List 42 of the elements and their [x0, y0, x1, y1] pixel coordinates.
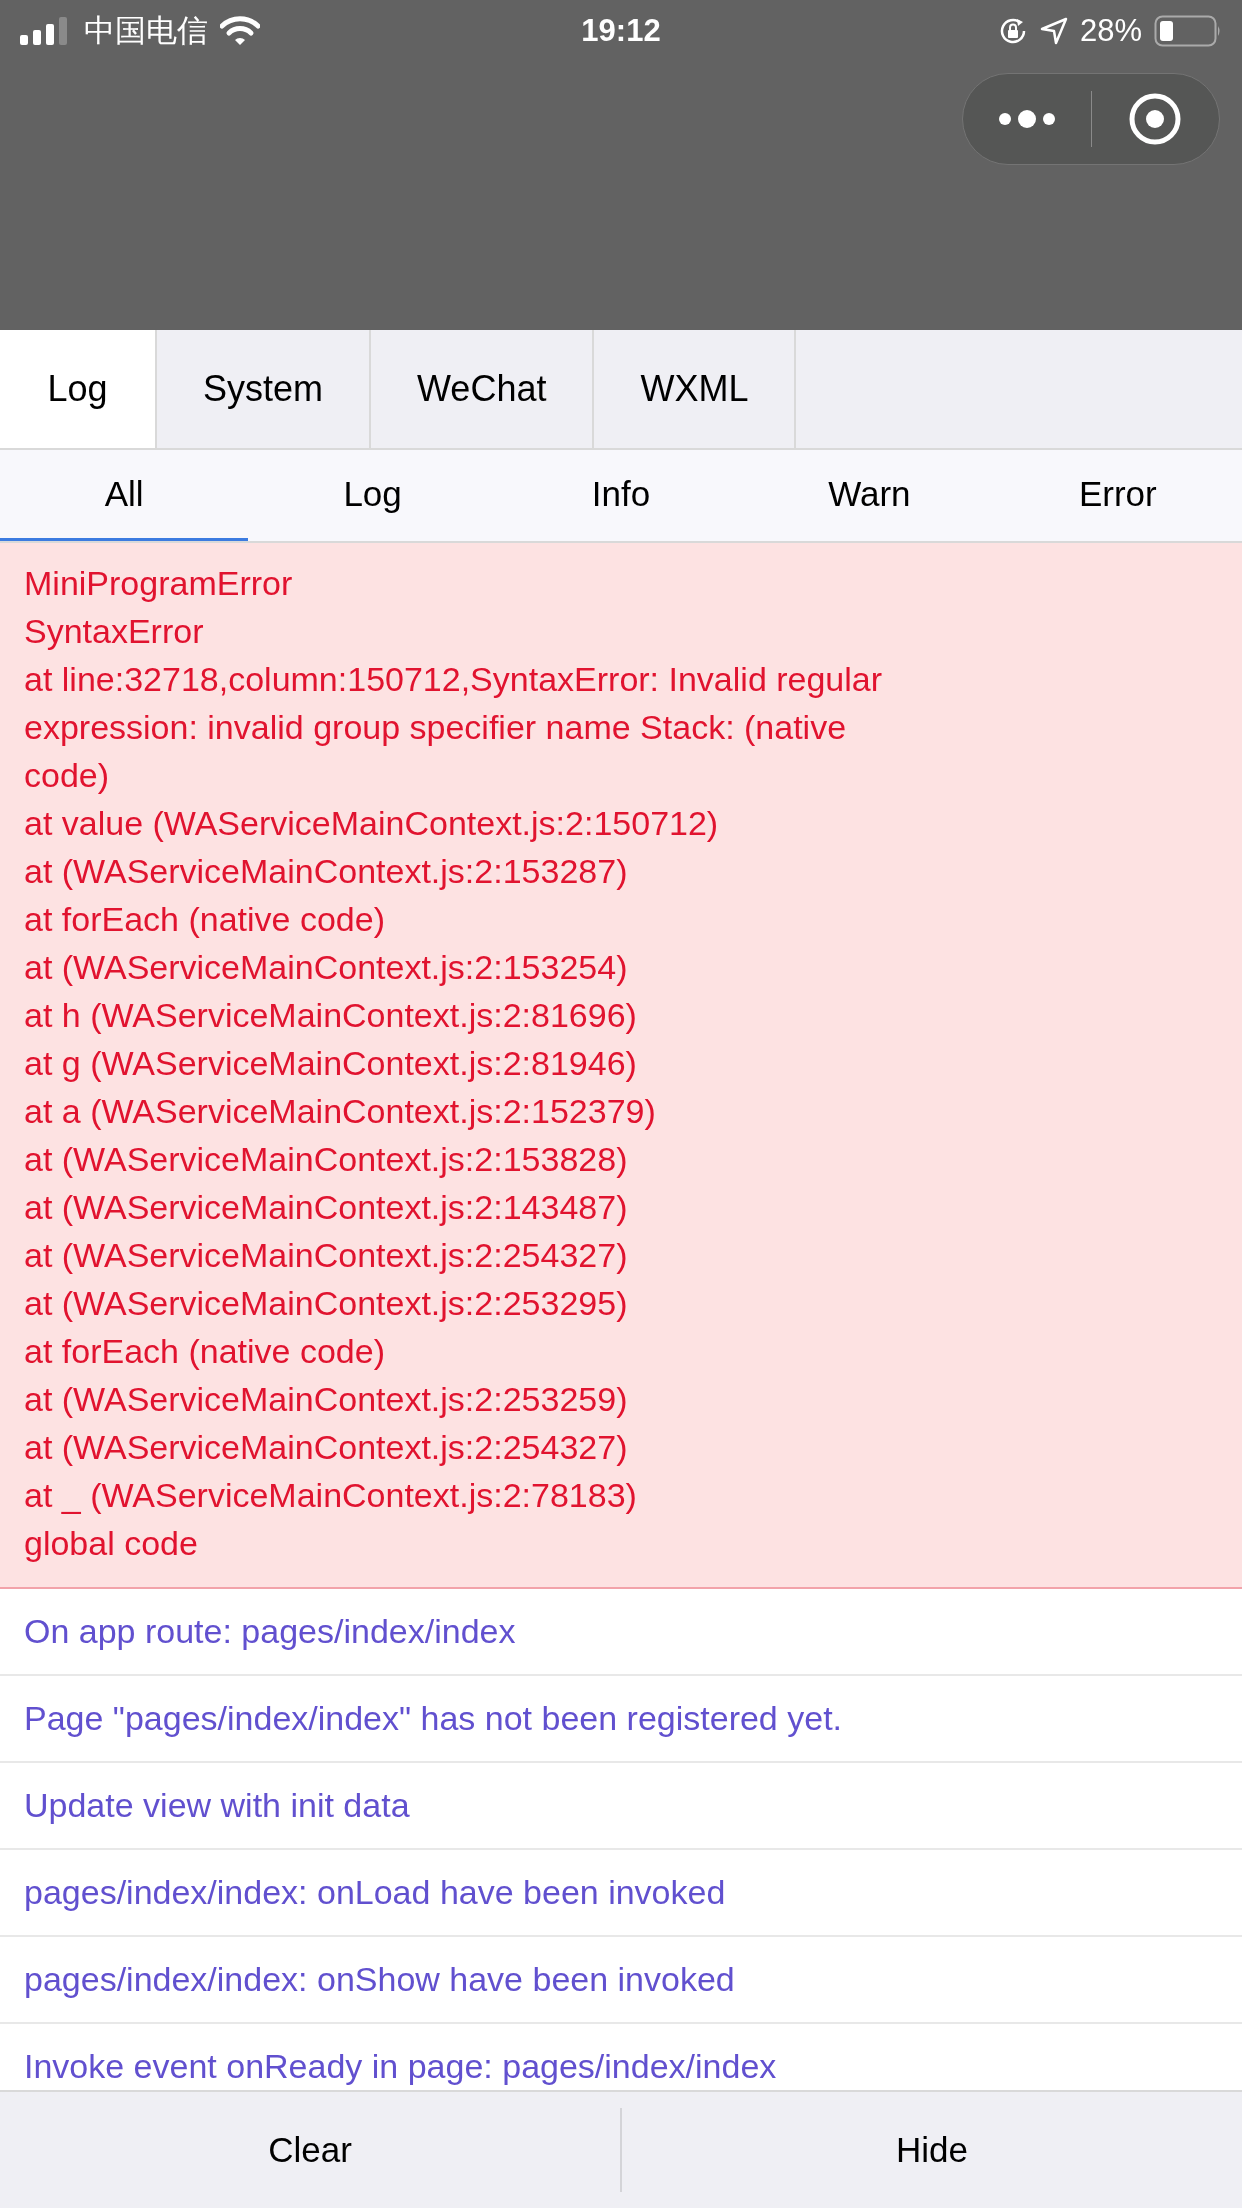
log-message: Invoke event onReady in page: pages/index/index: [24, 2047, 777, 2086]
error-line: at h (WAServiceMainContext.js:2:81696): [24, 995, 638, 1036]
log-message: Page "pages/index/index" has not been registered yet.: [24, 1699, 843, 1738]
filter-tab[interactable]: Info: [496, 450, 746, 541]
clock-time: 19:12: [581, 13, 661, 49]
error-line: at (WAServiceMainContext.js:2:153828): [24, 1139, 629, 1180]
battery-percent: 28%: [1079, 13, 1142, 49]
error-line: at g (WAServiceMainContext.js:2:81946): [24, 1043, 638, 1084]
error-line: SyntaxError: [24, 611, 205, 652]
filter-tab[interactable]: Log: [248, 450, 497, 541]
error-line: at (WAServiceMainContext.js:2:253259): [24, 1379, 629, 1420]
more-icon: [996, 109, 1057, 129]
error-line: MiniProgramError: [24, 563, 294, 604]
error-line: global code: [24, 1523, 199, 1564]
error-line: at (WAServiceMainContext.js:2:153287): [24, 851, 629, 892]
error-line: at (WAServiceMainContext.js:2:143487): [24, 1187, 629, 1228]
error-line: at (WAServiceMainContext.js:2:254327): [24, 1235, 629, 1276]
error-line: at forEach (native code): [24, 1331, 386, 1372]
panel-tab[interactable]: Log: [0, 330, 157, 448]
error-line: at (WAServiceMainContext.js:2:253295): [24, 1283, 629, 1324]
error-line: at _ (WAServiceMainContext.js:2:78183): [24, 1475, 638, 1516]
error-line: expression: invalid group specifier name Stack: (native: [24, 707, 848, 748]
error-line: at a (WAServiceMainContext.js:2:152379): [24, 1091, 657, 1132]
action-button[interactable]: Hide: [622, 2092, 1242, 2208]
target-icon: [1128, 92, 1183, 146]
error-line: code): [24, 755, 111, 796]
filter-tab[interactable]: Error: [993, 450, 1242, 541]
error-line: at value (WAServiceMainContext.js:2:150712): [24, 803, 720, 844]
log-message: Update view with init data: [24, 1786, 410, 1825]
error-line: at line:32718,column:150712,SyntaxError: Invalid regular: [24, 659, 884, 700]
battery-icon: [1154, 15, 1222, 47]
wifi-icon: [220, 16, 260, 46]
log-message: pages/index/index: onShow have been invoked: [24, 1960, 735, 1999]
filter-tab[interactable]: Warn: [745, 450, 994, 541]
log-message: pages/index/index: onLoad have been invoked: [24, 1873, 726, 1912]
action-button[interactable]: Clear: [0, 2092, 620, 2208]
location-arrow-icon: [1039, 17, 1068, 45]
error-line: at forEach (native code): [24, 899, 386, 940]
error-line: at (WAServiceMainContext.js:2:153254): [24, 947, 629, 988]
error-line: at (WAServiceMainContext.js:2:254327): [24, 1427, 629, 1468]
carrier-name: 中国电信: [84, 12, 208, 50]
log-message: On app route: pages/index/index: [24, 1612, 516, 1651]
